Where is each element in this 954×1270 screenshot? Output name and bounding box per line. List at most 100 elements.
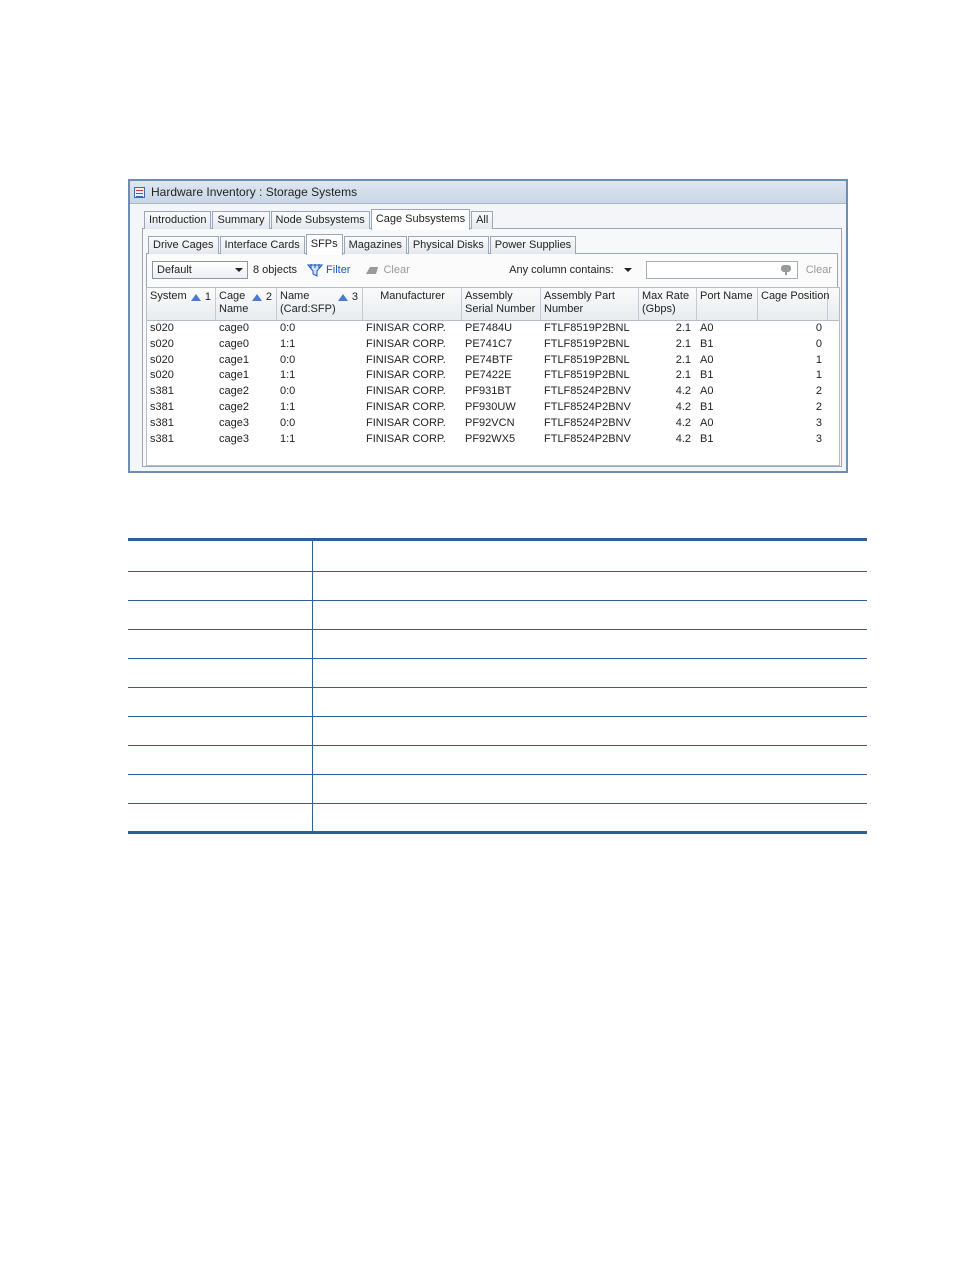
tab-physical-disks[interactable]: Physical Disks (407, 236, 489, 254)
table-cell: 0:0 (280, 385, 296, 398)
tab-magazines[interactable]: Magazines (343, 236, 407, 254)
column-header[interactable]: Cage Position (758, 288, 830, 320)
table-cell: PF930UW (465, 400, 516, 413)
column-header[interactable]: System 1 (147, 288, 216, 320)
table-row (128, 774, 867, 804)
table-cell: B1 (700, 369, 714, 382)
column-scope-dropdown[interactable]: Any column contains: (509, 264, 632, 276)
table-row[interactable]: s020 cage1 0:0 FINISAR CORP. PE74BTF FTLF8519… (147, 353, 839, 369)
table-cell: cage3 (219, 416, 249, 429)
tab-summary[interactable]: Summary (212, 211, 270, 229)
table-cell: cage3 (219, 432, 249, 445)
table-cell: A0 (700, 322, 714, 334)
table-cell: FINISAR CORP. (366, 337, 446, 350)
table-cell: FTLF8524P2BNV (544, 400, 631, 413)
view-select[interactable]: Default (152, 261, 248, 279)
column-header-sublabel: Number (544, 303, 584, 315)
table-cell: B1 (700, 400, 714, 413)
inner-tab-bar: Drive Cages Interface Cards SFPs Magazin… (148, 234, 577, 255)
table-row[interactable]: s020 cage0 0:0 FINISAR CORP. PE7484U FTLF8519… (147, 321, 839, 337)
outer-tab-bar: Introduction Summary Node Subsystems Cag… (144, 209, 494, 230)
table-cell: s020 (150, 322, 174, 334)
column-header[interactable]: Name (Card:SFP) 3 (277, 288, 363, 320)
sort-indicator: 2 (251, 291, 272, 304)
table-cell: A0 (700, 385, 714, 398)
table-row[interactable]: s020 cage0 1:1 FINISAR CORP. PE741C7 FTLF8519… (147, 337, 839, 353)
table-cell: 0:0 (280, 322, 296, 334)
grid-toolbar: Default 8 objects Filter Clear Any colum… (152, 259, 832, 281)
column-header[interactable]: Assembly Part Number (541, 288, 639, 320)
column-header-sublabel: (Card:SFP) (280, 303, 336, 315)
inventory-panel: Introduction Summary Node Subsystems Cag… (138, 205, 842, 467)
table-cell: 1:1 (280, 337, 296, 350)
table-cell: FTLF8524P2BNV (544, 416, 631, 429)
column-header-label: Assembly Part (544, 290, 615, 302)
table-cell: cage2 (219, 385, 249, 398)
sort-ascending-icon (251, 294, 262, 301)
table-row[interactable]: s020 cage1 1:1 FINISAR CORP. PE7422E FTLF8519… (147, 368, 839, 384)
search-input[interactable] (645, 261, 798, 279)
table-cell: 4.2 (675, 400, 691, 413)
table-row[interactable]: s381 cage3 0:0 FINISAR CORP. PF92VCN FTLF8524… (147, 416, 839, 432)
table-row (128, 600, 867, 630)
tab-power-supplies[interactable]: Power Supplies (489, 236, 577, 254)
table-cell: cage1 (219, 353, 249, 366)
table-cell: s381 (150, 416, 174, 429)
tab-node-subsystems[interactable]: Node Subsystems (270, 211, 370, 229)
table-cell: cage0 (219, 337, 249, 350)
column-header[interactable]: Cage Name 2 (216, 288, 277, 320)
column-header-label: Manufacturer (380, 290, 445, 302)
table-cell: s381 (150, 385, 174, 398)
table-cell: 2.1 (675, 353, 691, 366)
object-count: 8 objects (253, 264, 298, 276)
tab-sfps[interactable]: SFPs (305, 234, 343, 255)
column-scope-label: Any column contains: (509, 264, 614, 276)
tab-interface-cards[interactable]: Interface Cards (219, 236, 305, 254)
tab-introduction[interactable]: Introduction (144, 211, 212, 229)
table-cell: cage1 (219, 369, 249, 382)
chevron-down-icon (235, 268, 243, 272)
table-cell: PF92WX5 (465, 432, 516, 445)
table-row (128, 745, 867, 775)
table-row[interactable]: s381 cage3 1:1 FINISAR CORP. PF92WX5 FTLF8524… (147, 432, 839, 448)
document-table (128, 538, 867, 834)
column-header-label: Max Rate (642, 290, 690, 302)
filter-button[interactable]: Filter (307, 263, 350, 277)
table-cell: 2 (815, 385, 822, 398)
table-row (128, 803, 867, 834)
column-header[interactable]: Manufacturer (363, 288, 462, 320)
column-header-sublabel: Name (219, 303, 249, 315)
tab-all[interactable]: All (471, 211, 494, 229)
table-cell: PE741C7 (465, 337, 513, 350)
table-cell: PE7422E (465, 369, 512, 382)
table-cell: s020 (150, 369, 174, 382)
view-select-value: Default (157, 264, 192, 276)
eraser-icon (366, 267, 379, 274)
table-row[interactable]: s381 cage2 1:1 FINISAR CORP. PF930UW FTLF8524… (147, 400, 839, 416)
column-header[interactable]: Max Rate (Gbps) (639, 288, 697, 320)
grid-body: s020 cage0 0:0 FINISAR CORP. PE7484U FTLF8519… (147, 321, 839, 447)
table-cell: FTLF8519P2BNL (544, 353, 630, 366)
table-cell: FTLF8524P2BNV (544, 432, 631, 445)
table-row[interactable]: s381 cage2 0:0 FINISAR CORP. PF931BT FTLF8524… (147, 384, 839, 400)
column-header[interactable]: Port Name (697, 288, 758, 320)
table-cell: FTLF8519P2BNL (544, 322, 630, 334)
table-cell: FINISAR CORP. (366, 400, 446, 413)
search-clear-button[interactable]: Clear (806, 264, 832, 276)
table-cell: 1:1 (280, 432, 296, 445)
table-cell: s020 (150, 353, 174, 366)
column-header[interactable]: Assembly Serial Number (462, 288, 541, 320)
table-cell: FINISAR CORP. (366, 322, 446, 334)
table-row (128, 687, 867, 717)
table-cell: FINISAR CORP. (366, 369, 446, 382)
table-row (128, 538, 867, 572)
sort-order: 1 (204, 291, 211, 303)
table-cell: 2.1 (675, 322, 691, 334)
tab-drive-cages[interactable]: Drive Cages (148, 236, 219, 254)
tab-cage-subsystems[interactable]: Cage Subsystems (370, 209, 471, 230)
grid-header: System 1 Cage Name 2 Name (Card:SFP) 3 Manufactu… (147, 288, 839, 321)
column-header-label: Cage Position (761, 290, 830, 302)
clear-filter-button[interactable]: Clear (364, 264, 410, 276)
column-header-label: Port Name (700, 290, 753, 302)
table-cell: 4.2 (675, 432, 691, 445)
